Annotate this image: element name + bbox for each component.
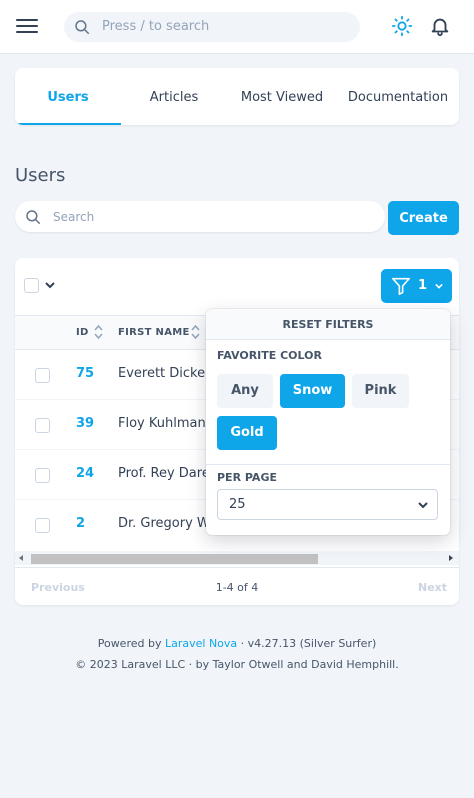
- footer-powered-prefix: Powered by: [97, 637, 162, 650]
- pagination-info: 1-4 of 4: [215, 581, 259, 594]
- scrollbar-thumb[interactable]: [31, 554, 318, 564]
- search-icon: [26, 210, 41, 225]
- column-header-id[interactable]: ID: [76, 327, 89, 338]
- footer-copyright: © 2023 Laravel LLC · by Taylor Otwell an…: [75, 658, 399, 671]
- color-option-pink[interactable]: Pink: [352, 374, 409, 408]
- sort-icon[interactable]: [94, 324, 103, 340]
- tab-documentation[interactable]: Documentation: [337, 68, 459, 125]
- footer-version: · v4.27.13 (Silver Surfer): [240, 637, 377, 650]
- pagination: Previous 1-4 of 4 Next: [15, 567, 459, 605]
- row-first-name: Prof. Rey Dare: [118, 466, 210, 481]
- row-id-link[interactable]: 75: [76, 366, 94, 381]
- row-checkbox[interactable]: [35, 518, 50, 533]
- row-first-name: Dr. Gregory W: [118, 516, 210, 531]
- color-option-gold[interactable]: Gold: [217, 416, 277, 450]
- chevron-down-icon: [418, 502, 428, 509]
- resource-search: [15, 201, 385, 232]
- sun-icon[interactable]: [391, 15, 413, 37]
- chevron-down-icon: [435, 283, 443, 289]
- row-id-link[interactable]: 2: [76, 516, 85, 531]
- per-page-label: PER PAGE: [217, 471, 277, 484]
- filter-count-badge: 1: [418, 278, 428, 293]
- global-search[interactable]: Press / to search: [64, 12, 360, 42]
- row-id-link[interactable]: 39: [76, 416, 94, 431]
- tab-users[interactable]: Users: [15, 68, 121, 125]
- color-option-snow[interactable]: Snow: [280, 374, 345, 408]
- select-all-checkbox[interactable]: [24, 278, 39, 293]
- color-option-any[interactable]: Any: [217, 374, 273, 408]
- bell-icon[interactable]: [429, 15, 451, 37]
- search-icon: [75, 20, 90, 35]
- filter-icon: [392, 277, 410, 295]
- tab-articles[interactable]: Articles: [121, 68, 227, 125]
- filter-dropdown: RESET FILTERS FAVORITE COLOR Any Snow Pi…: [206, 309, 450, 535]
- reset-filters-button[interactable]: RESET FILTERS: [206, 309, 450, 340]
- scroll-left-arrow-icon[interactable]: [19, 555, 23, 561]
- row-first-name: Floy Kuhlman: [118, 416, 206, 431]
- row-checkbox[interactable]: [35, 368, 50, 383]
- top-bar: Press / to search: [0, 0, 474, 54]
- divider: [206, 464, 450, 465]
- footer-powered-by: Powered by Laravel Nova · v4.27.13 (Silv…: [0, 637, 474, 650]
- tab-most-viewed[interactable]: Most Viewed: [227, 68, 337, 125]
- row-first-name: Everett Dicken: [118, 366, 214, 381]
- global-search-placeholder: Press / to search: [102, 19, 210, 34]
- chevron-down-icon[interactable]: [44, 280, 56, 290]
- row-checkbox[interactable]: [35, 468, 50, 483]
- scroll-right-arrow-icon[interactable]: [449, 555, 453, 561]
- row-checkbox[interactable]: [35, 418, 50, 433]
- resource-tabs: Users Articles Most Viewed Documentation: [15, 68, 459, 125]
- filter-button[interactable]: 1: [381, 269, 452, 303]
- favorite-color-label: FAVORITE COLOR: [217, 349, 322, 362]
- next-page-button[interactable]: Next: [418, 581, 447, 594]
- per-page-value: 25: [229, 497, 246, 512]
- per-page-select[interactable]: 25: [217, 489, 438, 520]
- laravel-nova-link[interactable]: Laravel Nova: [165, 637, 237, 650]
- horizontal-scrollbar[interactable]: [15, 551, 459, 565]
- page-title: Users: [15, 165, 66, 186]
- row-id-link[interactable]: 24: [76, 466, 94, 481]
- create-button[interactable]: Create: [388, 201, 459, 235]
- hamburger-icon[interactable]: [16, 15, 38, 37]
- resource-search-input[interactable]: [53, 201, 373, 232]
- column-header-first-name[interactable]: FIRST NAME: [118, 327, 190, 338]
- sort-icon[interactable]: [191, 324, 200, 340]
